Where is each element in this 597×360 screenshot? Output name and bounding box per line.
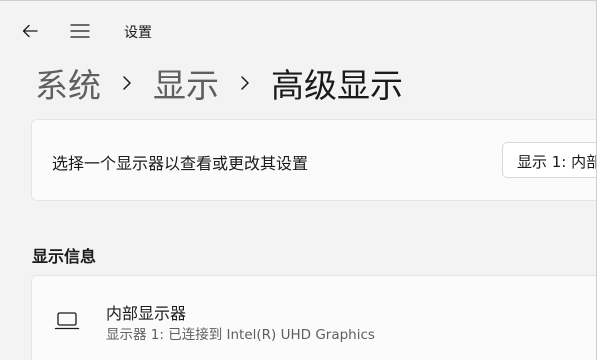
breadcrumb-item-display[interactable]: 显示: [153, 59, 219, 107]
back-button[interactable]: [14, 17, 46, 49]
breadcrumb-item-system[interactable]: 系统: [35, 59, 101, 107]
arrow-left-icon: [21, 22, 39, 44]
app-title: 设置: [124, 25, 152, 41]
display-dropdown-value: 显示 1: 内部显示器: [517, 153, 596, 171]
settings-window: 设置 系统 显示 高级显示 选择一个显示器以查看或更改其设置 显示 1: 内部显…: [0, 0, 597, 360]
display-dropdown[interactable]: 显示 1: 内部显示器: [502, 142, 596, 178]
hamburger-menu-icon: [70, 23, 90, 43]
title-bar: 设置: [0, 1, 596, 63]
display-info-card: 内部显示器 显示器 1: 已连接到 Intel(R) UHD Graphics: [31, 275, 596, 360]
display-name: 内部显示器: [106, 304, 187, 323]
laptop-icon: [54, 310, 80, 332]
display-connection-info: 显示器 1: 已连接到 Intel(R) UHD Graphics: [106, 327, 375, 343]
display-select-label: 选择一个显示器以查看或更改其设置: [52, 154, 309, 173]
section-heading-display-info: 显示信息: [32, 247, 97, 266]
display-select-card: 选择一个显示器以查看或更改其设置 显示 1: 内部显示器: [31, 119, 596, 201]
navigation-menu-button[interactable]: [64, 17, 96, 49]
chevron-right-icon: [219, 75, 271, 91]
breadcrumb: 系统 显示 高级显示: [35, 57, 403, 109]
page-title: 高级显示: [271, 66, 403, 105]
chevron-right-icon: [101, 75, 153, 91]
